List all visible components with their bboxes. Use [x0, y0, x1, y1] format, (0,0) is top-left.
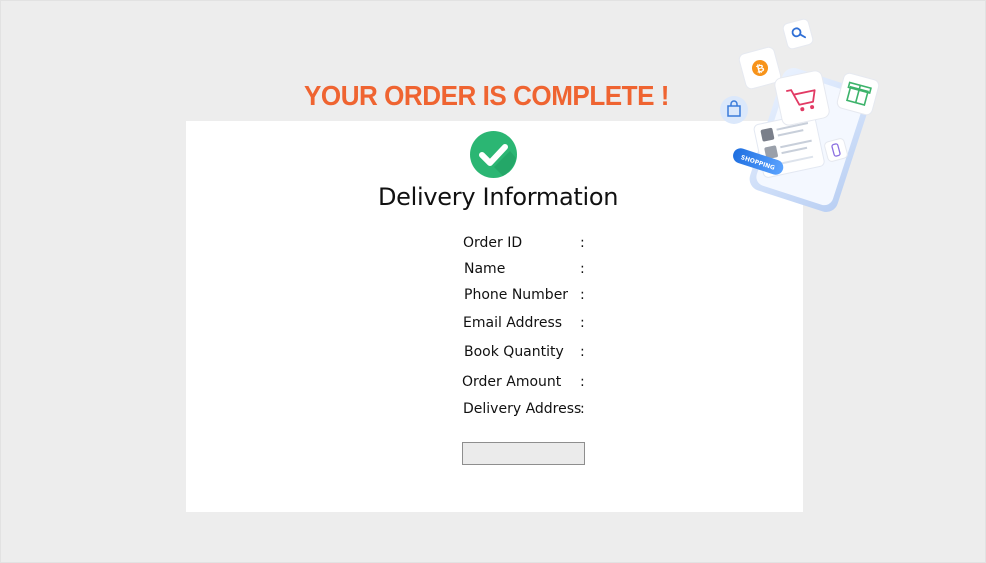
field-label-order-id: Order ID — [463, 235, 523, 251]
field-separator: : — [580, 315, 585, 331]
field-label-name: Name — [464, 261, 506, 277]
field-separator: : — [580, 344, 585, 360]
order-complete-headline: YOUR ORDER IS COMPLETE ! — [304, 80, 669, 111]
field-separator: : — [580, 235, 585, 251]
shopping-illustration: SHOPPING ₿ — [720, 18, 880, 212]
check-circle-icon — [470, 131, 517, 178]
search-icon — [782, 18, 814, 50]
action-button[interactable] — [462, 442, 585, 465]
field-label-email-address: Email Address — [463, 315, 563, 331]
field-label-order-amount: Order Amount — [462, 374, 562, 390]
field-label-delivery-address: Delivery Address — [463, 401, 582, 417]
shopping-bag-icon — [720, 96, 748, 124]
field-label-phone-number: Phone Number — [464, 287, 569, 303]
field-separator: : — [580, 401, 585, 417]
field-separator: : — [580, 374, 585, 390]
delivery-information-title: Delivery Information — [378, 183, 619, 211]
field-separator: : — [580, 261, 585, 277]
shopping-cart-icon — [774, 70, 830, 126]
field-separator: : — [580, 287, 585, 303]
field-label-book-quantity: Book Quantity — [464, 344, 564, 360]
